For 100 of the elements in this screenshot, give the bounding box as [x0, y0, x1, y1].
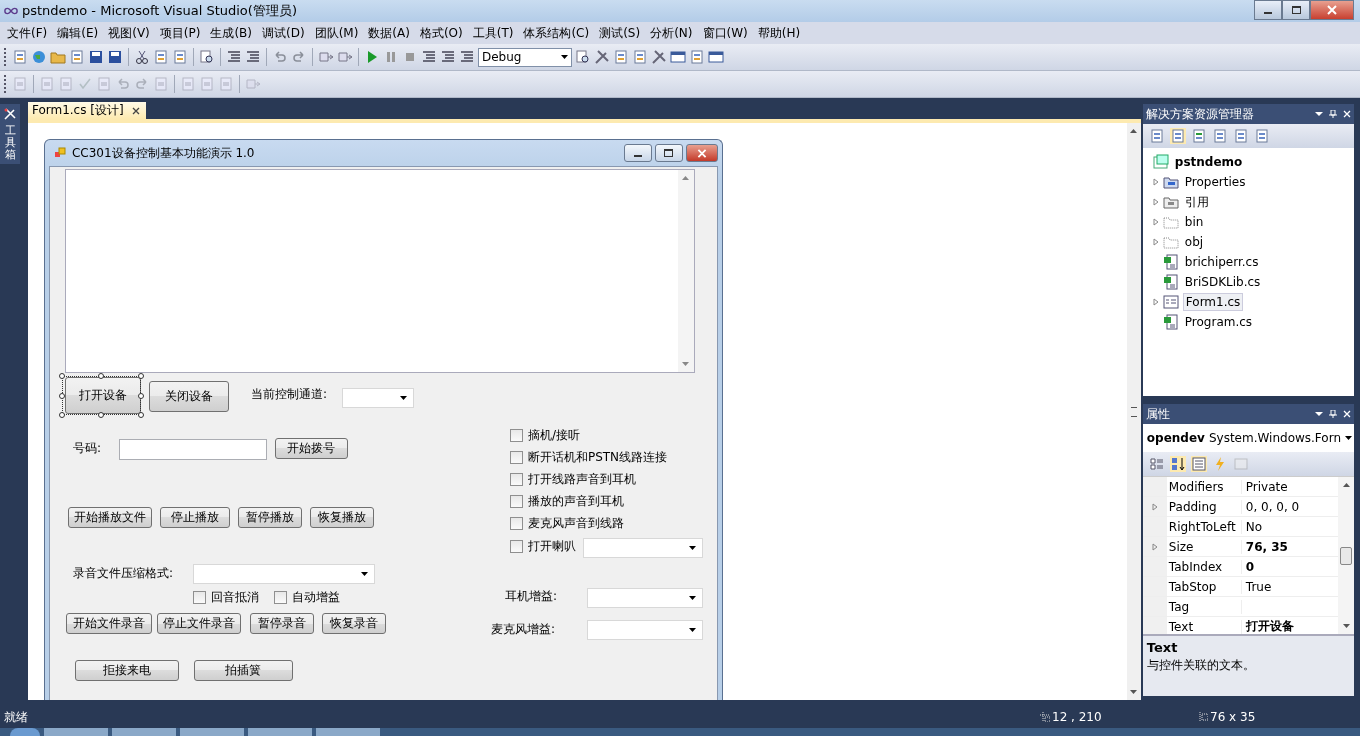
- tools-icon[interactable]: [651, 49, 667, 65]
- expand-arrow-icon[interactable]: [1152, 238, 1159, 246]
- expand-arrow-icon[interactable]: [1152, 178, 1159, 186]
- diagram-icon[interactable]: [1253, 128, 1270, 144]
- undo-icon[interactable]: [115, 76, 131, 92]
- document-icon[interactable]: [613, 49, 629, 65]
- up-arrow-icon[interactable]: [1130, 129, 1138, 133]
- checkmark-icon[interactable]: [77, 76, 93, 92]
- lines-icon[interactable]: [226, 49, 242, 65]
- menu-item[interactable]: 帮助(H): [752, 24, 806, 42]
- up-arrow-icon[interactable]: [1342, 483, 1350, 487]
- lines-icon[interactable]: [421, 49, 437, 65]
- menu-item[interactable]: 格式(O): [414, 24, 468, 42]
- document-icon[interactable]: [1211, 128, 1228, 144]
- property-value[interactable]: 0: [1241, 559, 1255, 574]
- menu-item[interactable]: 项目(P): [154, 24, 206, 42]
- caret-icon[interactable]: [1315, 410, 1323, 418]
- redo-icon[interactable]: [134, 76, 150, 92]
- form-button[interactable]: 拍插簧: [193, 660, 293, 681]
- restore-button[interactable]: [1282, 0, 1310, 20]
- resize-handle[interactable]: [137, 392, 144, 399]
- scroll-grip-icon[interactable]: [1130, 406, 1137, 417]
- menu-item[interactable]: 工具(T): [467, 24, 519, 42]
- scrollbar[interactable]: [1126, 123, 1141, 700]
- expand-arrow-icon[interactable]: [1152, 298, 1159, 306]
- menu-item[interactable]: 调试(D): [257, 24, 310, 42]
- property-value[interactable]: 打开设备: [1241, 618, 1294, 635]
- start-button[interactable]: [10, 728, 40, 736]
- property-value[interactable]: 0, 0, 0, 0: [1241, 499, 1300, 514]
- resize-handle[interactable]: [98, 373, 105, 379]
- form-button[interactable]: 开始文件录音: [65, 613, 152, 634]
- form-button[interactable]: 暂停录音: [249, 613, 314, 634]
- menu-item[interactable]: 分析(N): [645, 24, 698, 42]
- save-icon[interactable]: [88, 49, 104, 65]
- menu-item[interactable]: 数据(A): [363, 24, 415, 42]
- document-icon[interactable]: [1148, 128, 1165, 144]
- expand-arrow-icon[interactable]: [1152, 218, 1159, 226]
- form-button[interactable]: 打开设备: [64, 377, 141, 414]
- folder-icon[interactable]: [50, 49, 66, 65]
- scissors-icon[interactable]: [134, 49, 150, 65]
- scrollbar[interactable]: [677, 170, 694, 372]
- menu-item[interactable]: 测试(S): [594, 24, 646, 42]
- tree-item[interactable]: BriSDKLib.cs: [1182, 274, 1263, 290]
- save-icon[interactable]: [107, 49, 123, 65]
- dropdown-field[interactable]: [586, 620, 703, 640]
- lines-icon[interactable]: [459, 49, 475, 65]
- tree-item[interactable]: 引用: [1182, 192, 1211, 212]
- close-icon[interactable]: [131, 106, 140, 115]
- property-value[interactable]: No: [1241, 519, 1263, 534]
- expand-arrow-icon[interactable]: [1151, 542, 1158, 551]
- checkbox[interactable]: 打开喇叭: [509, 537, 582, 555]
- property-value[interactable]: True: [1241, 579, 1272, 594]
- arrow-icon[interactable]: [337, 49, 353, 65]
- dropdown-field[interactable]: [586, 588, 703, 608]
- form-button[interactable]: 停止文件录音: [156, 613, 241, 634]
- tree-item[interactable]: Form1.cs: [1182, 293, 1244, 311]
- menu-item[interactable]: 体系结构(C): [518, 24, 595, 42]
- form-button[interactable]: 停止播放: [159, 507, 230, 528]
- document-icon[interactable]: [632, 49, 648, 65]
- down-arrow-icon[interactable]: [682, 362, 690, 366]
- dropdown-field[interactable]: [192, 564, 375, 584]
- pin-icon[interactable]: [1329, 110, 1337, 118]
- property-value[interactable]: Private: [1241, 479, 1288, 494]
- window-icon[interactable]: [670, 49, 686, 65]
- resize-handle[interactable]: [58, 392, 65, 399]
- form-button[interactable]: 关闭设备: [148, 381, 229, 412]
- redo-icon[interactable]: [291, 49, 307, 65]
- object-selector[interactable]: opendev System.Windows.Forn: [1144, 427, 1352, 449]
- form-button[interactable]: 拒接来电: [74, 660, 179, 681]
- form-button[interactable]: 恢复播放: [309, 507, 374, 528]
- form-button[interactable]: 开始播放文件: [67, 507, 152, 528]
- checkbox[interactable]: 回音抵消: [192, 588, 269, 606]
- toolbox-tab[interactable]: 工具箱: [0, 104, 20, 165]
- scrollbar[interactable]: [1338, 477, 1354, 634]
- down-arrow-icon[interactable]: [1342, 624, 1350, 628]
- form-button[interactable]: 恢复录音: [321, 613, 386, 634]
- minimize-button[interactable]: [1254, 0, 1282, 20]
- menu-item[interactable]: 文件(F): [2, 24, 53, 42]
- menu-item[interactable]: 团队(M): [309, 24, 364, 42]
- expand-arrow-icon[interactable]: [1152, 198, 1159, 206]
- resize-handle[interactable]: [137, 412, 144, 418]
- pin-icon[interactable]: [1329, 410, 1337, 418]
- tree-item[interactable]: pstndemo: [1172, 154, 1245, 170]
- checkbox[interactable]: 摘机/接听: [509, 426, 650, 444]
- menu-item[interactable]: 生成(B): [205, 24, 257, 42]
- caret-icon[interactable]: [1315, 110, 1323, 118]
- property-value[interactable]: 76, 35: [1241, 539, 1288, 554]
- document-icon[interactable]: [1232, 128, 1249, 144]
- resize-handle[interactable]: [58, 412, 65, 418]
- expand-arrow-icon[interactable]: [1151, 502, 1158, 511]
- document-icon[interactable]: [1190, 128, 1207, 144]
- close-button[interactable]: [685, 144, 718, 162]
- document-icon[interactable]: [1169, 128, 1186, 144]
- menu-item[interactable]: 编辑(E): [52, 24, 104, 42]
- dropdown-field[interactable]: [582, 538, 703, 558]
- checkbox[interactable]: 断开话机和PSTN线路连接: [509, 448, 710, 466]
- resize-handle[interactable]: [58, 373, 65, 379]
- lines-icon[interactable]: [440, 49, 456, 65]
- tree-item[interactable]: brichiperr.cs: [1182, 254, 1261, 270]
- maximize-button[interactable]: [654, 144, 683, 162]
